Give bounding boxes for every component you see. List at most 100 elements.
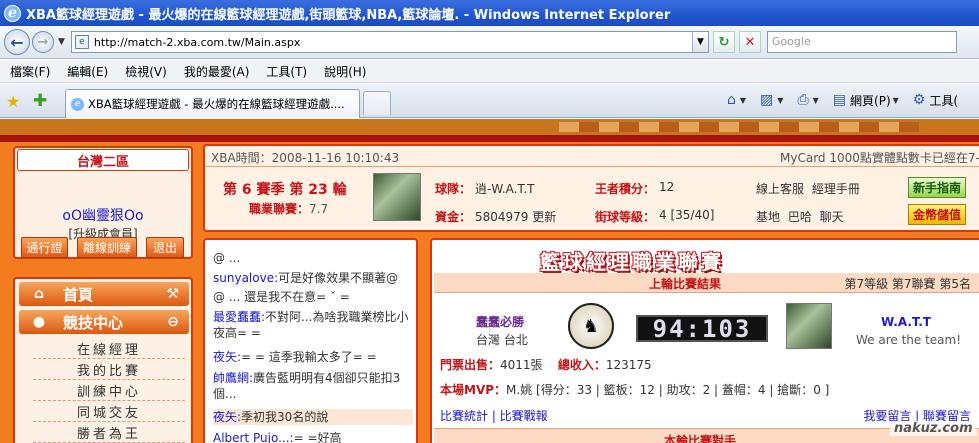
tab-xba[interactable]: e XBA籃球經理遊戲 - 最火爆的在線籃球經理遊戲.... (65, 89, 360, 118)
team-name[interactable]: 逍-W.A.T.T (475, 180, 535, 197)
chat-user[interactable]: 夜矢: (213, 350, 241, 364)
print-dropdown-icon[interactable]: ▼ (813, 96, 819, 105)
add-favorite-icon[interactable]: ✚ (33, 91, 47, 111)
chat-text: @ ... 還是我不在意= ˇ = (213, 290, 350, 304)
home-dropdown-icon[interactable]: ▼ (740, 96, 746, 105)
tab-page-icon: e (71, 97, 84, 111)
menu-tools[interactable]: 工具(T) (266, 63, 307, 80)
command-bar: ⌂ ▼ ▨ ▼ ⎙ ▼ ▤ 網頁(P) ▼ ⚙ 工具( (727, 88, 958, 112)
feeds-icon[interactable]: ▨ (760, 92, 773, 108)
address-url[interactable]: http://match-2.xba.com.tw/Main.aspx (94, 36, 300, 49)
chat-user[interactable]: 夜矢: (213, 410, 241, 424)
nav-link-online-manager[interactable]: 在線經理 (33, 339, 185, 359)
feeds-dropdown-icon[interactable]: ▼ (777, 96, 783, 105)
chat-user[interactable]: 帥鷹網: (213, 371, 253, 385)
funds-label: 資金： (435, 210, 472, 224)
menu-bar: 檔案(F) 編輯(E) 檢視(V) 我的最愛(A) 工具(T) 說明(H) (0, 60, 979, 83)
beginner-guide-button[interactable]: 新手指南 (908, 177, 966, 198)
back-button[interactable]: ← (4, 29, 30, 55)
team-label: 球隊： (435, 182, 472, 196)
menu-file[interactable]: 檔案(F) (10, 63, 50, 80)
collapse-icon[interactable]: ⊖ (167, 314, 179, 330)
web-page: 台灣二區 oO幽靈狠Oo [升級成會員] 通行證 離線訓練 退出 ⌂ 首頁 ⚒ … (0, 119, 979, 443)
house-icon: ⌂ (33, 286, 45, 302)
tickets-label: 門票出售： (440, 358, 501, 372)
logout-button[interactable]: 退出 (146, 237, 184, 258)
history-dropdown-icon[interactable]: ▼ (58, 37, 65, 47)
xba-time-label: XBA時間： (211, 151, 272, 165)
chat-text: = = 這季我輸太多了= = (241, 350, 377, 364)
funds-value: 5804979 更新 (475, 210, 557, 224)
red-strip (0, 135, 979, 142)
service-links[interactable]: 線上客服 經理手冊 (756, 180, 860, 197)
chat-user[interactable]: 最愛蠢蠢: (213, 310, 265, 324)
username-link[interactable]: oO幽靈狠Oo (15, 205, 191, 225)
page-dropdown-icon[interactable]: ▼ (893, 96, 899, 105)
king-points-label: 王者積分： (595, 182, 656, 196)
region-title: 台灣二區 (17, 149, 189, 171)
offline-training-button[interactable]: 離線訓練 (77, 237, 137, 258)
info-divider (205, 166, 979, 167)
nav-link-local-friends[interactable]: 同城交友 (33, 402, 185, 422)
home-team-name[interactable]: 蠢蠢必勝 (476, 313, 524, 330)
stop-button[interactable]: ✕ (738, 31, 761, 53)
chat-user[interactable]: Albert Pujo...: (213, 431, 294, 443)
top-banner (0, 119, 979, 135)
manager-avatar[interactable] (373, 173, 421, 221)
menu-help[interactable]: 說明(H) (324, 63, 366, 80)
next-opponent-title: 本輪比賽對手 (664, 434, 737, 443)
address-dropdown-icon[interactable]: ▼ (691, 32, 708, 52)
income-label: 總收入： (557, 358, 606, 372)
xba-time: XBA時間：2008-11-16 10:10:43 (211, 149, 399, 166)
last-result-header: 上輪比賽結果 第7等級 第7聯賽 第5名 (434, 273, 979, 293)
chat-message: 最愛蠢蠢:不對阿...為啥我職業榜比小夜高= = (213, 309, 413, 341)
away-team-slogan: We are the team! (856, 333, 962, 347)
home-icon[interactable]: ⌂ (727, 92, 736, 108)
chat-message: 夜矢:= = 這季我輸太多了= = (213, 349, 413, 365)
nav-link-my-matches[interactable]: 我的比賽 (33, 360, 185, 380)
banner-decoration (559, 122, 919, 132)
search-input[interactable]: Google (766, 31, 957, 53)
chat-text: 季初我30名的說 (241, 410, 329, 424)
mvp-value: M.姚 [得分：33 | 籃板：12 | 助攻：2 | 蓋帽：4 | 搶斷：0 … (506, 383, 830, 397)
menu-edit[interactable]: 編輯(E) (67, 63, 108, 80)
passport-button[interactable]: 通行證 (21, 237, 68, 258)
tools-gear-icon: ⚙ (912, 92, 926, 108)
window-title: XBA籃球經理遊戲 - 最火爆的在線籃球經理遊戲,街頭籃球,NBA,籃球論壇. … (26, 7, 671, 23)
season-round: 第 6 賽季 第 23 輪 (223, 182, 347, 198)
mvp-label: 本場MVP： (440, 383, 507, 397)
tab-label: XBA籃球經理遊戲 - 最火爆的在線籃球經理遊戲.... (88, 97, 345, 111)
match-stats-links[interactable]: 比賽統計 | 比賽戰報 (440, 407, 548, 424)
league-title: 籃球經理職業聯賽 (540, 250, 724, 274)
nav-home[interactable]: ⌂ 首頁 ⚒ (19, 282, 189, 306)
favorites-star-icon[interactable]: ★ (6, 92, 20, 111)
manager-info-panel: XBA時間：2008-11-16 10:10:43 MyCard 1000點實體… (203, 144, 979, 232)
print-icon[interactable]: ⎙ (797, 92, 808, 108)
nav-arena[interactable]: ● 競技中心 ⊖ (19, 310, 189, 334)
chat-message: 帥鷹網:廣告藍明明有4個卻只能扣3個... (213, 370, 413, 402)
league-panel: 籃球經理職業聯賽 上輪比賽結果 第7等級 第7聯賽 第5名 蠢蠢必勝 台灣 台北… (430, 238, 979, 443)
new-tab-button[interactable] (363, 91, 391, 115)
tools-icon: ⚒ (166, 286, 179, 302)
page-menu-button[interactable]: 網頁(P) (850, 92, 891, 109)
menu-view[interactable]: 檢視(V) (125, 63, 167, 80)
street-level-label: 街球等級： (595, 210, 656, 224)
league-rating: 職業聯賽：7.7 (249, 200, 328, 217)
base-links[interactable]: 基地 巴哈 聊天 (756, 208, 844, 225)
announcement-marquee[interactable]: MyCard 1000點實體點數卡已經在7-1 (780, 149, 979, 166)
navigation-panel: ⌂ 首頁 ⚒ ● 競技中心 ⊖ 在線經理 我的比賽 訓練中心 同城交友 勝者為王 (13, 277, 193, 443)
tickets-value: 4011張 (500, 358, 543, 372)
nav-link-training-center[interactable]: 訓練中心 (33, 381, 185, 401)
nav-link-winner[interactable]: 勝者為王 (33, 423, 185, 443)
chat-message: 夜矢:季初我30名的說 (213, 409, 413, 425)
refresh-button[interactable]: ↻ (712, 31, 735, 53)
forward-button[interactable]: → (32, 31, 54, 53)
gold-topup-button[interactable]: 金幣儲值 (908, 204, 966, 225)
league-rating-label: 職業聯賽： (249, 202, 310, 216)
tools-menu-button[interactable]: 工具( (929, 92, 958, 109)
chat-user[interactable]: sunyalove: (213, 271, 278, 285)
menu-favorites[interactable]: 我的最愛(A) (184, 63, 250, 80)
address-bar[interactable]: e http://match-2.xba.com.tw/Main.aspx ▼ (70, 31, 709, 53)
league-rating-value: 7.7 (309, 202, 329, 216)
away-team-name[interactable]: W.A.T.T (881, 315, 931, 329)
